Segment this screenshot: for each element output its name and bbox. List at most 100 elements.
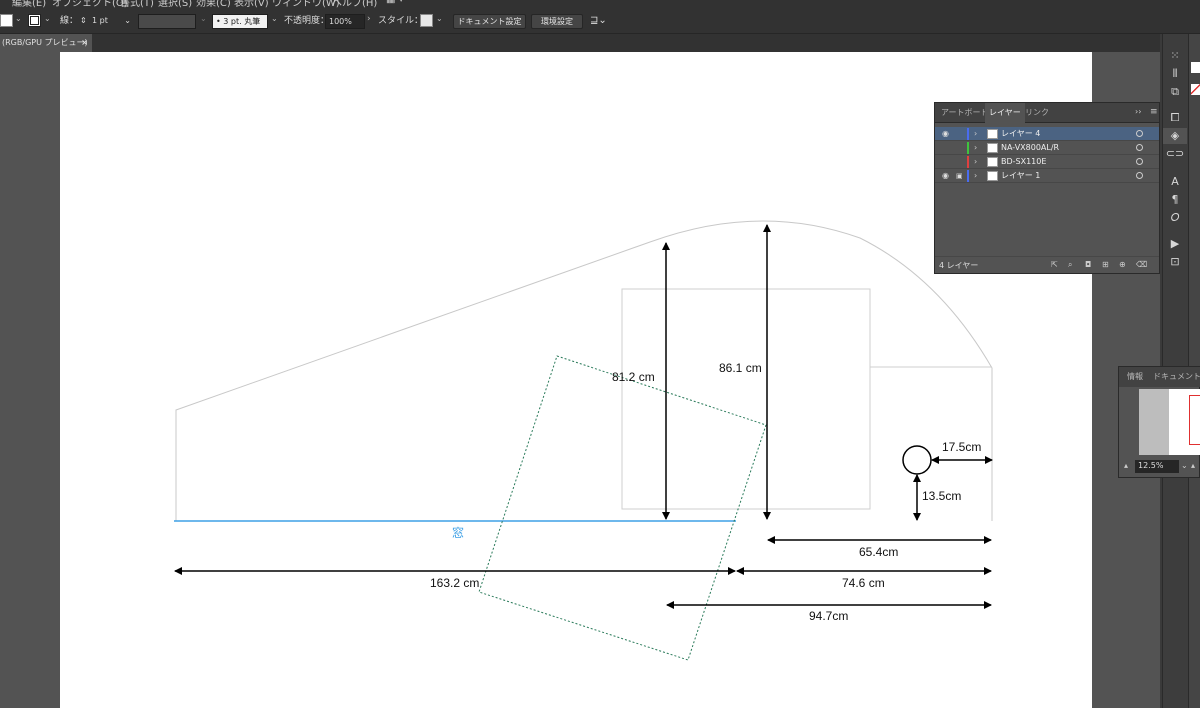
tab-info[interactable]: 情報 bbox=[1127, 371, 1143, 382]
distribute-icon[interactable]: ⫴ bbox=[1163, 66, 1187, 82]
stepper-icon[interactable]: ⇕ bbox=[80, 13, 87, 29]
close-tab-icon[interactable]: × bbox=[81, 34, 88, 52]
fill-swatch[interactable] bbox=[0, 14, 13, 27]
align-icon[interactable]: ⁙ bbox=[1163, 48, 1187, 64]
layer-name[interactable]: レイヤー 1 bbox=[1001, 169, 1040, 183]
expand-icon[interactable]: ›› bbox=[1135, 107, 1141, 116]
layer-color-bar bbox=[967, 156, 969, 168]
links-icon[interactable]: ⊂⊃ bbox=[1163, 146, 1187, 162]
brush-dropdown-icon[interactable]: ⌄ bbox=[271, 14, 278, 23]
tab-layers[interactable]: レイヤー bbox=[985, 103, 1025, 123]
style-dropdown-icon[interactable]: ⌄ bbox=[436, 14, 443, 23]
layer-thumbnail bbox=[987, 129, 998, 139]
delete-icon[interactable]: ⌫ bbox=[1136, 260, 1147, 269]
dim-label-94-7: 94.7cm bbox=[809, 609, 849, 623]
expand-triangle-icon[interactable]: › bbox=[974, 127, 977, 141]
menu-edit[interactable]: 編集(E) bbox=[12, 0, 46, 8]
tab-links[interactable]: リンク bbox=[1025, 103, 1049, 123]
opacity-arrow-icon[interactable]: › bbox=[367, 14, 371, 24]
layers-panel-tabs: アートボード レイヤー リンク ›› ≡ bbox=[935, 103, 1159, 123]
dim-label-65-4: 65.4cm bbox=[859, 545, 899, 559]
document-setup-button[interactable]: ドキュメント設定 bbox=[453, 14, 526, 29]
expand-triangle-icon[interactable]: › bbox=[974, 169, 977, 183]
stroke-dropdown-icon[interactable]: ⌄ bbox=[44, 14, 51, 23]
layer-name[interactable]: BD-SX110E bbox=[1001, 155, 1046, 169]
dim-label-86-1: 86.1 cm bbox=[719, 361, 762, 375]
document-tab[interactable]: (RGB/GPU プレビュー) × bbox=[0, 34, 92, 52]
stroke-none-swatch[interactable] bbox=[1191, 84, 1200, 95]
layer-row[interactable]: › NA-VX800AL/R bbox=[935, 141, 1159, 155]
stroke-weight-field[interactable]: 1 pt ⌄ bbox=[89, 14, 133, 29]
view-box[interactable] bbox=[1189, 395, 1200, 445]
zoom-field[interactable]: 12.5% bbox=[1135, 460, 1179, 473]
dim-label-81-2: 81.2 cm bbox=[612, 370, 655, 384]
opacity-field[interactable]: 100% bbox=[325, 14, 365, 29]
tab-document-info[interactable]: ドキュメント情報 bbox=[1153, 371, 1200, 382]
opacity-label[interactable]: 不透明度： bbox=[284, 13, 329, 29]
menu-effect[interactable]: 効果(C) bbox=[196, 0, 231, 8]
outlet-circle bbox=[902, 445, 932, 475]
locate-object-icon[interactable]: ⌕ bbox=[1068, 260, 1072, 270]
dim-label-13-5: 13.5cm bbox=[922, 489, 962, 503]
tab-artboards[interactable]: アートボード bbox=[941, 103, 989, 123]
zoom-in-icon[interactable]: ▴ bbox=[1191, 461, 1195, 470]
dim-label-17-5: 17.5cm bbox=[942, 440, 982, 454]
target-circle-icon[interactable] bbox=[1136, 172, 1143, 179]
menu-help[interactable]: ヘルプ(H) bbox=[332, 0, 377, 8]
layer-row[interactable]: ◉ ▣ › レイヤー 1 bbox=[935, 169, 1159, 183]
variable-width-profile[interactable] bbox=[138, 14, 196, 29]
menu-type[interactable]: 書式(T) bbox=[120, 0, 154, 8]
stroke-swatch[interactable] bbox=[28, 14, 41, 27]
export-icon[interactable]: ⇱ bbox=[1051, 260, 1058, 269]
expand-triangle-icon[interactable]: › bbox=[974, 155, 977, 169]
menu-object[interactable]: オブジェクト(O) bbox=[52, 0, 128, 8]
layers-icon[interactable]: ◈ bbox=[1163, 128, 1187, 144]
profile-dropdown-icon[interactable]: ⌄ bbox=[200, 14, 207, 23]
zoom-dropdown-icon[interactable]: ⌄ bbox=[1181, 461, 1188, 470]
zoom-out-icon[interactable]: ▴ bbox=[1124, 461, 1128, 470]
clipping-mask-icon[interactable]: ◘ bbox=[1085, 260, 1091, 269]
layer-row[interactable]: ◉ › レイヤー 4 bbox=[935, 127, 1159, 141]
sofa-outline bbox=[621, 288, 871, 510]
illustrator-window: 編集(E) オブジェクト(O) 書式(T) 選択(S) 効果(C) 表示(V) … bbox=[0, 0, 1200, 708]
layer-name[interactable]: レイヤー 4 bbox=[1001, 127, 1040, 141]
fill-color-swatch[interactable] bbox=[1191, 62, 1200, 73]
layers-panel-footer: 4 レイヤー ⇱ ⌕ ◘ ⊞ ⊕ ⌫ bbox=[935, 256, 1159, 274]
expand-triangle-icon[interactable]: › bbox=[974, 141, 977, 155]
character-icon[interactable]: A bbox=[1163, 174, 1187, 190]
visibility-eye-icon[interactable]: ◉ bbox=[942, 127, 949, 141]
panel-menu-icon[interactable]: ≡ bbox=[1150, 107, 1158, 117]
workspace-icon[interactable]: ▦ ▾ bbox=[386, 0, 404, 5]
asset-export-icon[interactable]: ⊡ bbox=[1163, 254, 1187, 270]
arrange-documents-icon[interactable]: ⊒⌄ bbox=[590, 13, 607, 29]
target-circle-icon[interactable] bbox=[1136, 158, 1143, 165]
menu-select[interactable]: 選択(S) bbox=[158, 0, 192, 8]
target-circle-icon[interactable] bbox=[1136, 144, 1143, 151]
transform-icon[interactable]: ⧉ bbox=[1163, 84, 1187, 100]
pathfinder-icon[interactable]: ⧠ bbox=[1163, 110, 1187, 126]
target-circle-icon[interactable] bbox=[1136, 130, 1143, 137]
layer-thumbnail bbox=[987, 157, 998, 167]
layer-row[interactable]: › BD-SX110E bbox=[935, 155, 1159, 169]
fill-dropdown-icon[interactable]: ⌄ bbox=[15, 14, 22, 23]
layer-thumbnail bbox=[987, 143, 998, 153]
brush-value: 3 pt. 丸筆 bbox=[223, 17, 261, 26]
menu-view[interactable]: 表示(V) bbox=[234, 0, 269, 8]
brush-definition-field[interactable]: • 3 pt. 丸筆 bbox=[212, 14, 268, 29]
menu-window[interactable]: ウィンドウ(W) bbox=[272, 0, 340, 8]
layer-thumbnail bbox=[987, 171, 998, 181]
new-sublayer-icon[interactable]: ⊞ bbox=[1102, 260, 1109, 269]
dim-label-74-6: 74.6 cm bbox=[842, 576, 885, 590]
style-swatch[interactable] bbox=[420, 14, 433, 27]
visibility-eye-icon[interactable]: ◉ bbox=[942, 169, 949, 183]
layer-name[interactable]: NA-VX800AL/R bbox=[1001, 141, 1059, 155]
paragraph-icon[interactable]: ¶ bbox=[1163, 192, 1187, 208]
lock-icon[interactable]: ▣ bbox=[956, 169, 963, 183]
opentype-icon[interactable]: 𝑂 bbox=[1163, 210, 1187, 226]
new-layer-icon[interactable]: ⊕ bbox=[1119, 260, 1126, 269]
preferences-button[interactable]: 環境設定 bbox=[531, 14, 583, 29]
actions-icon[interactable]: ▶ bbox=[1163, 236, 1187, 252]
chevron-down-icon: ⌄ bbox=[124, 16, 131, 25]
window-label: 窓 bbox=[452, 526, 465, 540]
opacity-value: 100% bbox=[329, 17, 352, 26]
